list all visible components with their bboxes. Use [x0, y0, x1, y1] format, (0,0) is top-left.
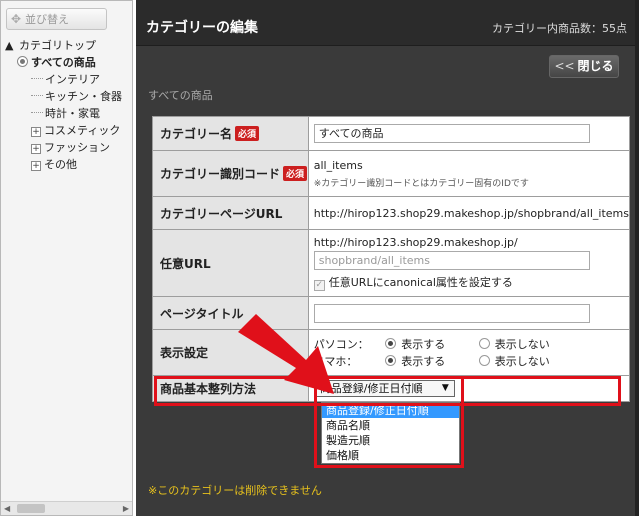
tree-item-label: 時計・家電 [45, 107, 100, 120]
sort-option[interactable]: 価格順 [322, 448, 459, 463]
option-label: 表示しない [494, 337, 550, 351]
display-sp-row: スマホ： 表示する 表示しない [314, 353, 629, 370]
sort-button[interactable]: ✥ 並び替え [6, 8, 107, 30]
horizontal-scrollbar[interactable]: ◀ ▶ [1, 501, 132, 515]
red-arrow-icon [238, 314, 334, 394]
pc-show-radio[interactable] [385, 337, 397, 349]
delete-warning: ※このカテゴリーは削除できません [148, 484, 322, 497]
field-label: カテゴリー識別コード 必須 [152, 150, 309, 197]
tree-item-label: その他 [44, 158, 77, 171]
page-title: カテゴリーの編集 [146, 20, 258, 36]
panel-header: カテゴリーの編集 カテゴリー内商品数：55点 [136, 0, 639, 46]
tree-item-label: ファッション [44, 141, 110, 154]
tree-item-label: カテゴリトップ [19, 39, 96, 52]
option-label: 表示する [401, 337, 446, 351]
tree-item-label: インテリア [45, 73, 100, 86]
tree-item-label: コスメティック [44, 124, 121, 137]
custom-url-prefix: http://hirop123.shop29.makeshop.jp/ [313, 235, 518, 249]
form-row-name: カテゴリー名 必須 すべての商品 [152, 116, 631, 151]
tree-item-root[interactable]: ▲ カテゴリトップ [5, 37, 130, 54]
sort-options-list: 商品登録/修正日付順 商品名順 製造元順 価格順 [321, 402, 460, 464]
vertical-scrollbar[interactable] [635, 0, 639, 516]
red-arrow-shape [238, 314, 334, 394]
required-badge: 必須 [235, 126, 260, 141]
field-label: カテゴリー名 必須 [152, 116, 309, 151]
selected-radio-icon [17, 56, 28, 67]
custom-url-input[interactable]: shopbrand/all_items [313, 250, 590, 270]
tree-connector [31, 78, 43, 79]
sort-option[interactable]: 商品登録/修正日付順 [322, 403, 459, 418]
tree-item-watch[interactable]: 時計・家電 [5, 105, 130, 122]
option-label: 表示する [401, 354, 446, 368]
scroll-right-icon[interactable]: ▶ [123, 504, 129, 513]
display-pc-row: パソコン： 表示する 表示しない [314, 336, 629, 353]
tree-item-fashion[interactable]: + ファッション [5, 139, 130, 156]
tree-item-other[interactable]: + その他 [5, 156, 130, 173]
pc-hide-radio[interactable] [478, 337, 490, 349]
form-row-display: 表示設定 パソコン： 表示する 表示しない スマホ： 表示する 表示しない [152, 329, 631, 376]
sort-button-label: 並び替え [25, 13, 69, 26]
field-label: カテゴリーページURL [152, 196, 309, 230]
tree-item-interior[interactable]: インテリア [5, 71, 130, 88]
canonical-label: 任意URLにcanonical属性を設定する [328, 275, 513, 289]
category-tree-panel: ✥ 並び替え ▲ カテゴリトップ すべての商品 インテリア キッチン・食器 時計・家… [0, 0, 133, 516]
category-page-url: http://hirop123.shop29.makeshop.jp/shopb… [307, 196, 631, 230]
scroll-thumb[interactable] [17, 504, 45, 513]
required-badge: 必須 [283, 166, 308, 181]
category-code-value: all_items [313, 158, 363, 172]
tree-item-all-products[interactable]: すべての商品 [5, 54, 130, 71]
page-title-input[interactable] [313, 303, 590, 323]
item-count: カテゴリー内商品数：55点 [492, 22, 627, 35]
close-button-label: 閉じる [577, 59, 614, 73]
category-tree: ▲ カテゴリトップ すべての商品 インテリア キッチン・食器 時計・家電 + コスメ… [5, 37, 130, 173]
home-icon: ▲ [5, 39, 14, 52]
canonical-option: ✓ 任意URLにcanonical属性を設定する [313, 274, 629, 291]
form-row-custom-url: 任意URL http://hirop123.shop29.makeshop.jp… [152, 229, 631, 297]
tree-item-label: キッチン・食器 [45, 90, 122, 103]
canonical-checkbox[interactable]: ✓ [313, 279, 325, 291]
category-code-note: ※カテゴリー識別コードとはカテゴリー固有のIDです [313, 178, 529, 189]
tree-item-kitchen[interactable]: キッチン・食器 [5, 88, 130, 105]
form-row-sort: 商品基本整列方法 商品登録/修正日付順 ▼ [152, 375, 631, 402]
option-label: 表示しない [494, 354, 550, 368]
breadcrumb: すべての商品 [148, 89, 213, 102]
scroll-left-icon[interactable]: ◀ [4, 504, 10, 513]
double-chevron-left-icon: << [554, 59, 575, 73]
form-row-page-title: ページタイトル [152, 296, 631, 330]
expand-icon[interactable]: + [31, 144, 41, 154]
close-button[interactable]: << 閉じる [549, 55, 619, 78]
tree-item-label: すべての商品 [31, 56, 96, 69]
sort-option[interactable]: 製造元順 [322, 433, 459, 448]
expand-icon[interactable]: + [31, 127, 41, 137]
expand-icon[interactable]: + [31, 161, 41, 171]
form-row-code: カテゴリー識別コード 必須 all_items ※カテゴリー識別コードとはカテゴリ… [152, 150, 631, 197]
move-icon: ✥ [11, 12, 22, 26]
sp-hide-radio[interactable] [478, 354, 490, 366]
sort-option[interactable]: 商品名順 [322, 418, 459, 433]
tree-item-cosmetic[interactable]: + コスメティック [5, 122, 130, 139]
sp-show-radio[interactable] [385, 354, 397, 366]
form-row-page-url: カテゴリーページURL http://hirop123.shop29.makes… [152, 196, 631, 230]
category-name-input[interactable]: すべての商品 [313, 124, 590, 143]
field-label: 任意URL [152, 229, 309, 297]
dropdown-arrow-icon: ▼ [441, 383, 449, 393]
tree-connector [31, 112, 43, 113]
tree-connector [31, 95, 43, 96]
category-form: カテゴリー名 必須 すべての商品 カテゴリー識別コード 必須 all_items ※… [152, 116, 631, 402]
